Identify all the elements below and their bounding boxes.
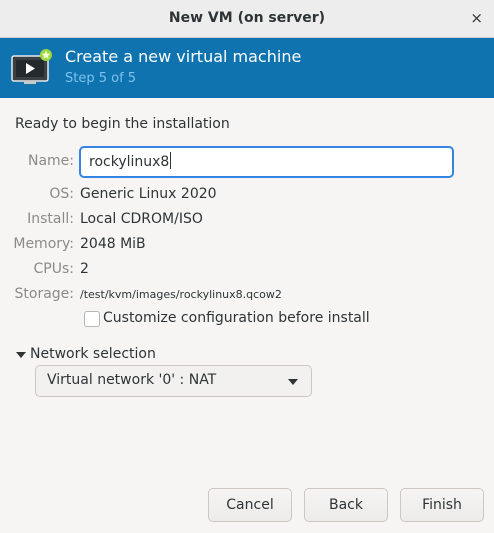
network-source-value: Virtual network '0' : NAT [47,372,217,388]
os-label: OS: [49,186,74,202]
title-bar: New VM (on server) × [0,0,494,38]
text-caret [170,152,172,169]
back-button[interactable]: Back [304,488,388,522]
banner-heading: Create a new virtual machine [65,47,302,66]
network-selection-label[interactable]: Network selection [30,346,156,362]
cpus-value: 2 [80,261,89,277]
banner-step: Step 5 of 5 [65,71,137,86]
finish-button[interactable]: Finish [400,488,484,522]
window-title: New VM (on server) [168,10,326,26]
network-source-dropdown[interactable]: Virtual network '0' : NAT [35,365,312,397]
cpus-label: CPUs: [33,261,74,277]
close-icon[interactable]: × [470,9,483,27]
ready-text: Ready to begin the installation [15,116,230,132]
os-value: Generic Linux 2020 [80,186,217,202]
memory-label: Memory: [13,236,74,252]
wizard-banner: Create a new virtual machine Step 5 of 5 [0,38,494,98]
cancel-button[interactable]: Cancel [208,488,292,522]
customize-checkbox[interactable] [84,311,100,327]
memory-value: 2048 MiB [80,236,146,252]
dropdown-arrow-icon [288,379,298,385]
virtual-machine-icon [11,49,52,84]
wizard-content: Ready to begin the installation Name: ro… [0,98,494,533]
name-field[interactable]: rockylinux8 [79,146,454,178]
expander-triangle-icon[interactable] [16,352,26,358]
name-value: rockylinux8 [89,154,170,170]
install-value: Local CDROM/ISO [80,211,203,227]
storage-value: /test/kvm/images/rockylinux8.qcow2 [80,288,282,301]
install-label: Install: [27,211,74,227]
storage-label: Storage: [14,286,75,302]
name-label: Name: [27,153,74,169]
customize-label[interactable]: Customize configuration before install [103,310,370,326]
